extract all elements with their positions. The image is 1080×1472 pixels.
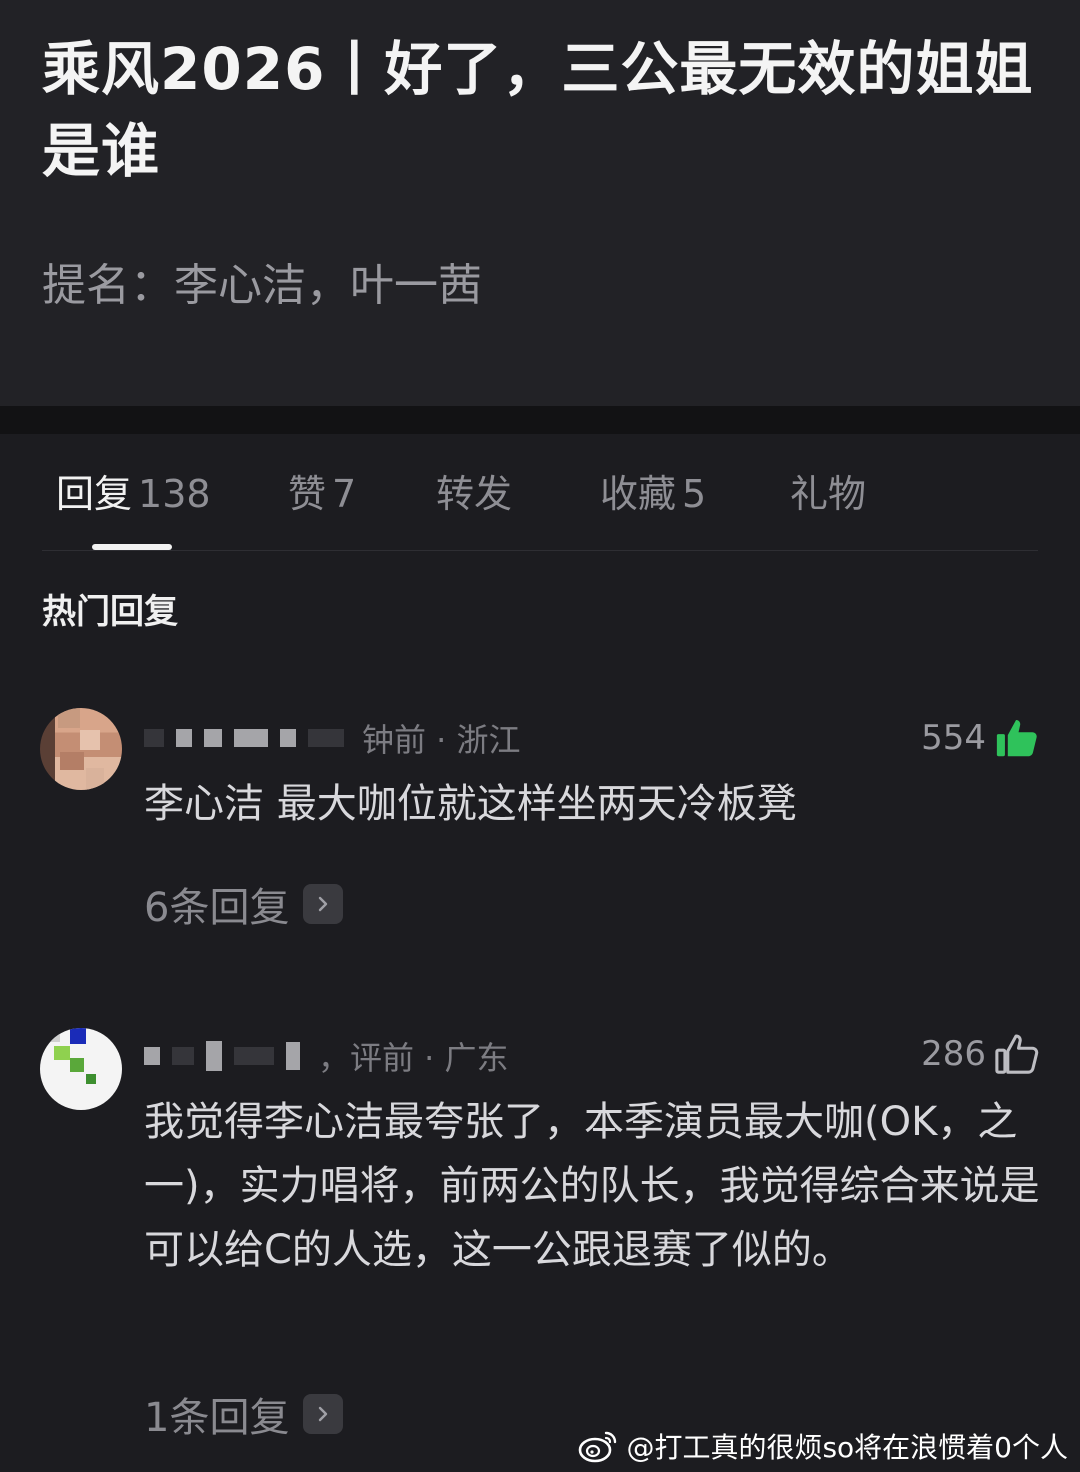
redacted-name [206,1041,222,1071]
tab-label: 回复 [56,472,133,516]
like-count: 286 [921,1034,986,1074]
comment-meta: 钟前 · 浙江 [144,716,521,760]
tab-label: 转发 [436,472,513,516]
watermark-text: @打工真的很烦so将在浪惯着0个人 [626,1431,1068,1464]
chevron-right-icon [303,1394,344,1434]
tab-count: 138 [138,472,211,516]
like-count: 554 [921,718,986,758]
post-title: 乘风2026丨好了，三公最无效的姐姐是谁 [42,35,1034,185]
hot-replies-heading: 热门回复 [42,592,178,632]
redacted-name [172,1047,194,1065]
comment-item: 钟前 · 浙江 554 李心洁 最大咖位就这样坐两天冷板凳 6条回复 [0,700,1080,960]
avatar[interactable] [40,1028,122,1110]
tabs-divider [42,550,1038,551]
tab-label: 收藏 [600,472,677,516]
thumb-up-outline-icon [995,1034,1039,1074]
view-replies-button[interactable]: 6条回复 [144,880,344,931]
redacted-name [144,729,164,747]
post-header: 乘风2026丨好了，三公最无效的姐姐是谁 提名：李心洁，叶一茜 [0,0,1080,406]
view-replies-button[interactable]: 1条回复 [144,1390,344,1441]
comment-text: 李心洁 最大咖位就这样坐两天冷板凳 [144,781,797,827]
redacted-name [308,729,344,747]
comment-time-location: ，评前 · 广东 [318,1039,509,1077]
section-separator [0,406,1080,434]
redacted-name [144,1047,160,1065]
redacted-name [234,1047,274,1065]
comment-item: ，评前 · 广东 286 我觉得李心洁最夸张了，本季演员最大咖(OK，之一)，实… [0,1020,1080,1450]
redacted-name [280,729,296,747]
tab-count: 7 [332,472,357,516]
watermark: @打工真的很烦so将在浪惯着0个人 [578,1428,1068,1464]
chevron-right-icon [303,884,344,924]
thumb-up-filled-icon [996,719,1037,757]
tab-label: 赞 [288,472,327,516]
redacted-name [204,729,222,747]
comment-text: 我觉得李心洁最夸张了，本季演员最大咖(OK，之一)，实力唱将，前两公的队长，我觉… [144,1099,1040,1273]
tab-reposts[interactable]: 转发 [436,470,518,518]
redacted-name [286,1042,300,1070]
redacted-name [234,729,268,747]
tab-gifts[interactable]: 礼物 [790,470,872,518]
comment-time-location: 钟前 · 浙江 [362,721,521,759]
avatar[interactable] [40,708,122,790]
weibo-logo-icon [579,1431,617,1463]
redacted-name [176,729,192,747]
like-button[interactable]: 554 [921,714,1040,762]
tab-replies[interactable]: 回复 138 [56,470,211,518]
tab-bar: 回复 138 赞7 转发 收藏 5 礼物 [0,434,1080,552]
tab-likes[interactable]: 赞7 [288,470,356,518]
replies-count: 1条回复 [144,1395,290,1441]
post-body: 提名：李心洁，叶一茜 [42,260,482,311]
tab-favorites[interactable]: 收藏 5 [600,470,706,518]
tab-count: 5 [682,472,707,516]
replies-count: 6条回复 [144,885,290,931]
tab-label: 礼物 [790,472,867,516]
comment-meta: ，评前 · 广东 [144,1034,509,1078]
like-button[interactable]: 286 [921,1030,1040,1078]
